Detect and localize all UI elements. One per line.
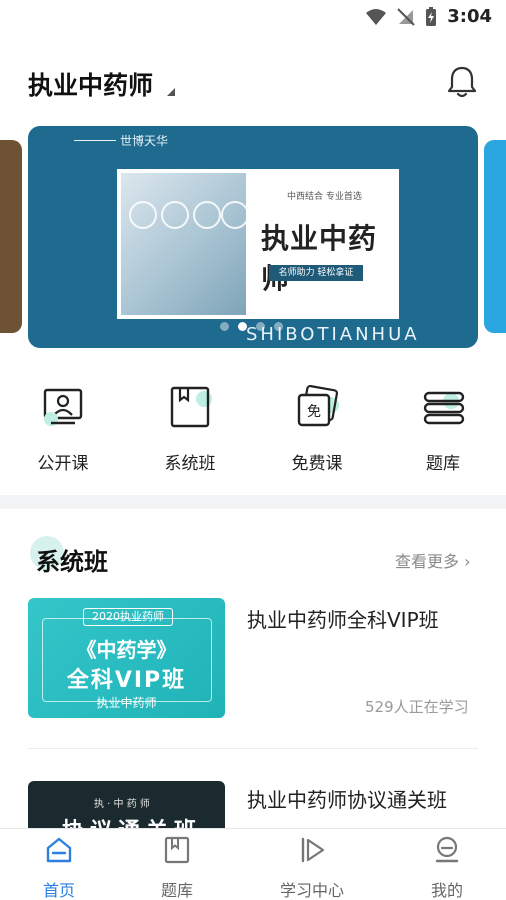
nav-question-bank[interactable]: 题库 xyxy=(127,835,227,900)
nav-learning-center[interactable]: 学习中心 xyxy=(262,835,362,900)
status-time: 3:04 xyxy=(447,6,492,27)
banner-card: 中西结合 专业首选 执业中药师 名师助力 轻松拿证 xyxy=(117,169,399,319)
header: 执业中药师 xyxy=(0,52,506,112)
course-card[interactable]: 执 · 中 药 师 协议通关班 执业中药师协议通关班 xyxy=(28,781,478,828)
thumb-foot: 执业中药师 xyxy=(96,696,157,710)
nav-home[interactable]: 首页 xyxy=(9,835,109,900)
course-name: 执业中药师全科VIP班 xyxy=(247,608,439,632)
banner-brand: 世博天华 xyxy=(74,132,168,149)
nav-label: 我的 xyxy=(430,881,463,900)
category-open-class[interactable]: 公开课 xyxy=(8,385,118,474)
svg-text:免: 免 xyxy=(307,404,321,420)
chevron-right-icon: › xyxy=(459,552,471,571)
carousel-dot[interactable] xyxy=(220,322,229,331)
wifi-icon xyxy=(366,8,387,25)
course-thumbnail: 2020执业药师 《中药学》 全科VIP班 执业中药师 xyxy=(28,598,225,718)
banner-slogan: 名师助力 轻松拿证 xyxy=(269,265,363,281)
category-row: 公开课 系统班 免 免费课 题库 xyxy=(0,384,506,475)
banner-latin-brand: SHIBOTIANHUA xyxy=(246,324,420,345)
system-class-icon xyxy=(170,386,212,428)
thumb-tag: 2020执业药师 xyxy=(83,608,173,626)
course-learner-count: 529人正在学习 xyxy=(365,698,469,716)
question-bank-icon xyxy=(423,391,465,425)
thumb-line2: 全科VIP班 xyxy=(66,668,187,693)
category-label: 免费课 xyxy=(291,454,343,474)
thumb-small: 执 · 中 药 师 xyxy=(94,799,150,810)
banner-prev-peek[interactable] xyxy=(0,140,22,333)
section-divider xyxy=(0,495,506,509)
course-thumbnail: 执 · 中 药 师 协议通关班 xyxy=(28,781,225,828)
home-icon xyxy=(46,837,72,863)
category-system-class[interactable]: 系统班 xyxy=(135,385,245,474)
banner-main-title: 执业中药师 xyxy=(261,222,378,295)
banner-medical-photo xyxy=(121,173,246,315)
section-header: 系统班 xyxy=(30,536,108,576)
nav-label: 题库 xyxy=(160,881,193,900)
category-label: 公开课 xyxy=(37,454,89,474)
exam-selector-title[interactable]: 执业中药师 xyxy=(28,66,153,102)
category-label: 题库 xyxy=(426,454,460,474)
nav-label: 学习中心 xyxy=(279,881,344,900)
status-bar: 3:04 xyxy=(0,0,506,36)
nav-label: 首页 xyxy=(42,881,75,900)
caret-down-icon[interactable] xyxy=(167,88,175,96)
thumb-line1: 《中药学》 xyxy=(76,638,177,662)
course-name: 执业中药师协议通关班 xyxy=(247,788,447,812)
promo-banner[interactable]: 世博天华 中西结合 专业首选 执业中药师 名师助力 轻松拿证 SHIBOTIAN… xyxy=(28,126,478,348)
category-label: 系统班 xyxy=(164,454,216,474)
course-card[interactable]: 2020执业药师 《中药学》 全科VIP班 执业中药师 执业中药师全科VIP班 … xyxy=(28,598,478,738)
see-more-link[interactable]: 查看更多 › xyxy=(395,548,471,572)
section-title: 系统班 xyxy=(36,548,108,576)
category-free-class[interactable]: 免 免费课 xyxy=(262,384,372,474)
free-class-icon: 免 xyxy=(297,384,339,427)
bell-icon[interactable] xyxy=(445,64,479,100)
profile-icon xyxy=(435,836,459,863)
bottom-nav: 首页 题库 学习中心 我的 xyxy=(0,828,506,900)
nav-profile[interactable]: 我的 xyxy=(397,835,497,900)
battery-icon xyxy=(426,6,437,26)
list-divider xyxy=(28,748,478,749)
play-next-icon xyxy=(301,837,325,863)
open-class-icon xyxy=(43,388,83,426)
banner-tagline: 中西结合 专业首选 xyxy=(287,192,362,202)
bookmark-book-icon xyxy=(164,836,190,864)
no-signal-icon xyxy=(397,7,415,26)
thumb-big: 协议通关班 xyxy=(62,813,202,828)
banner-next-peek[interactable] xyxy=(484,140,506,333)
category-question-bank[interactable]: 题库 xyxy=(388,385,498,474)
